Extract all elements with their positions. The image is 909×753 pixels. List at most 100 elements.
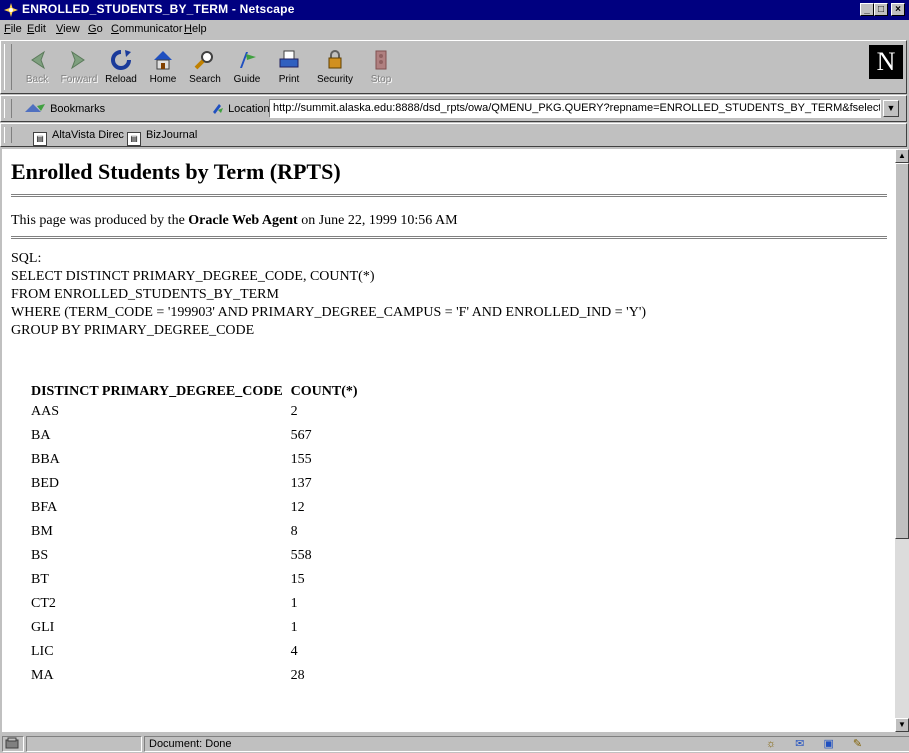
degree-code-cell: BED	[31, 476, 59, 491]
newsgroup-icon[interactable]: ▣	[823, 738, 833, 750]
reload-icon	[111, 50, 131, 70]
table-row: CT2 1	[11, 592, 366, 616]
composer-icon[interactable]: ✎	[853, 738, 862, 750]
netscape-logo[interactable]: N	[869, 45, 903, 79]
stop-button-label: Stop	[370, 74, 392, 85]
degree-code-cell: BFA	[31, 500, 58, 515]
results-table: DISTINCT PRIMARY_DEGREE_CODE COUNT(*) AA…	[11, 375, 366, 688]
maximize-button[interactable]: □	[874, 3, 888, 16]
table-row: BFA 12	[11, 496, 366, 520]
location-toolbar: Bookmarks Location: http://summit.alaska…	[0, 95, 907, 122]
forward-button[interactable]: Forward	[57, 45, 101, 91]
menu-bar: File Edit View Go Communicator Help	[0, 20, 909, 39]
page-content[interactable]: Enrolled Students by Term (RPTS) This pa…	[2, 149, 895, 732]
back-button[interactable]: Back	[15, 45, 59, 91]
menu-view-label: iew	[63, 23, 80, 35]
url-input[interactable]: http://summit.alaska.edu:8888/dsd_rpts/o…	[269, 99, 881, 118]
url-history-dropdown[interactable]: ▼	[883, 100, 899, 117]
count-cell: 12	[290, 500, 305, 515]
personal-link-bizjournal[interactable]: ▤ BizJournal	[127, 129, 197, 146]
scroll-down-button[interactable]: ▼	[895, 718, 909, 732]
navigator-icon[interactable]: ☼	[766, 738, 776, 750]
column-header-count: COUNT(*)	[290, 384, 358, 399]
menu-communicator[interactable]: Communicator	[111, 23, 183, 35]
menu-help-label: elp	[191, 23, 207, 35]
security-button[interactable]: Security	[313, 45, 357, 91]
page-proxy-icon[interactable]	[211, 102, 225, 114]
connection-icon	[5, 737, 19, 749]
location-label: Location:	[211, 102, 273, 115]
sql-label: SQL:	[11, 251, 42, 266]
sql-line: GROUP BY PRIMARY_DEGREE_CODE	[11, 323, 255, 338]
bookmarks-label: Bookmarks	[50, 103, 106, 115]
bookmarks-button[interactable]: Bookmarks	[25, 102, 105, 115]
home-button[interactable]: Home	[141, 45, 185, 91]
mail-icon[interactable]: ✉	[795, 738, 804, 750]
window-title: ENROLLED_STUDENTS_BY_TERM - Netscape	[22, 2, 295, 16]
scroll-up-button[interactable]: ▲	[895, 149, 909, 163]
netscape-logo-letter: N	[876, 47, 896, 76]
page-heading: Enrolled Students by Term (RPTS)	[11, 159, 341, 184]
sql-line: FROM ENROLLED_STUDENTS_BY_TERM	[11, 287, 279, 302]
degree-code-cell: BS	[31, 548, 49, 563]
connection-status-panel[interactable]	[2, 736, 24, 752]
table-row: GLI 1	[11, 616, 366, 640]
produced-prefix: This page was produced by the	[11, 213, 189, 228]
sql-line: SELECT DISTINCT PRIMARY_DEGREE_CODE, COU…	[11, 269, 375, 284]
print-button[interactable]: Print	[267, 45, 311, 91]
stop-icon	[375, 50, 387, 70]
component-bar-icons: ☼ ✉ ▣ ✎	[766, 737, 862, 750]
count-cell: 15	[290, 572, 305, 587]
table-row: AAS 2	[11, 400, 366, 424]
personal-link-bizjournal-label: BizJournal	[146, 129, 198, 141]
count-cell: 1	[290, 596, 298, 611]
minimize-button[interactable]: _	[860, 3, 874, 16]
guide-button[interactable]: Guide	[225, 45, 269, 91]
degree-code-cell: BBA	[31, 452, 60, 467]
produced-suffix: on June 22, 1999 10:56 AM	[297, 213, 458, 228]
navigation-toolbar: Back Forward Reload Home Search Guide Pr…	[0, 40, 907, 94]
sql-line: WHERE (TERM_CODE = '199903' AND PRIMARY_…	[11, 305, 646, 320]
guide-button-label: Guide	[233, 74, 261, 85]
chevron-down-icon: ▼	[886, 103, 896, 113]
table-row: BBA 155	[11, 448, 366, 472]
window-title-bar[interactable]: ENROLLED_STUDENTS_BY_TERM - Netscape _ □…	[0, 0, 909, 20]
table-row: MA 28	[11, 664, 366, 688]
personal-link-altavista[interactable]: ▤ AltaVista Direc	[33, 129, 124, 146]
location-toolbar-grip[interactable]	[4, 99, 12, 118]
security-icon	[328, 50, 342, 69]
search-icon	[194, 51, 213, 70]
search-button[interactable]: Search	[183, 45, 227, 91]
personal-toolbar-grip[interactable]	[4, 127, 12, 143]
reload-button[interactable]: Reload	[99, 45, 143, 91]
vertical-scrollbar[interactable]: ▲ ▼	[895, 149, 909, 732]
menu-go[interactable]: Go	[88, 23, 103, 35]
toolbar-grip[interactable]	[4, 44, 12, 90]
chevron-down-icon: ▼	[898, 720, 906, 729]
table-row: BED 137	[11, 472, 366, 496]
forward-arrow-icon	[70, 50, 85, 70]
reload-button-label: Reload	[105, 74, 137, 85]
count-cell: 4	[290, 644, 298, 659]
netscape-app-icon[interactable]	[3, 2, 19, 18]
search-button-label: Search	[189, 74, 221, 85]
horizontal-rule	[11, 236, 887, 238]
menu-file[interactable]: File	[4, 23, 22, 35]
produced-by-line: This page was produced by the Oracle Web…	[11, 213, 458, 229]
menu-communicator-label: ommunicator	[118, 23, 183, 35]
status-bar: Document: Done ☼ ✉ ▣ ✎	[0, 734, 909, 753]
stop-button[interactable]: Stop	[359, 45, 403, 91]
scrollbar-thumb[interactable]	[895, 163, 909, 539]
chevron-up-icon: ▲	[898, 151, 906, 160]
close-button[interactable]: ×	[891, 3, 905, 16]
count-cell: 558	[290, 548, 312, 563]
degree-code-cell: BT	[31, 572, 49, 587]
menu-edit[interactable]: Edit	[27, 23, 46, 35]
menu-view[interactable]: View	[56, 23, 80, 35]
menu-help[interactable]: Help	[184, 23, 207, 35]
horizontal-rule	[11, 194, 887, 196]
degree-code-cell: MA	[31, 668, 54, 683]
home-button-label: Home	[149, 74, 177, 85]
bookmarks-icon	[25, 104, 45, 112]
table-row: BT 15	[11, 568, 366, 592]
